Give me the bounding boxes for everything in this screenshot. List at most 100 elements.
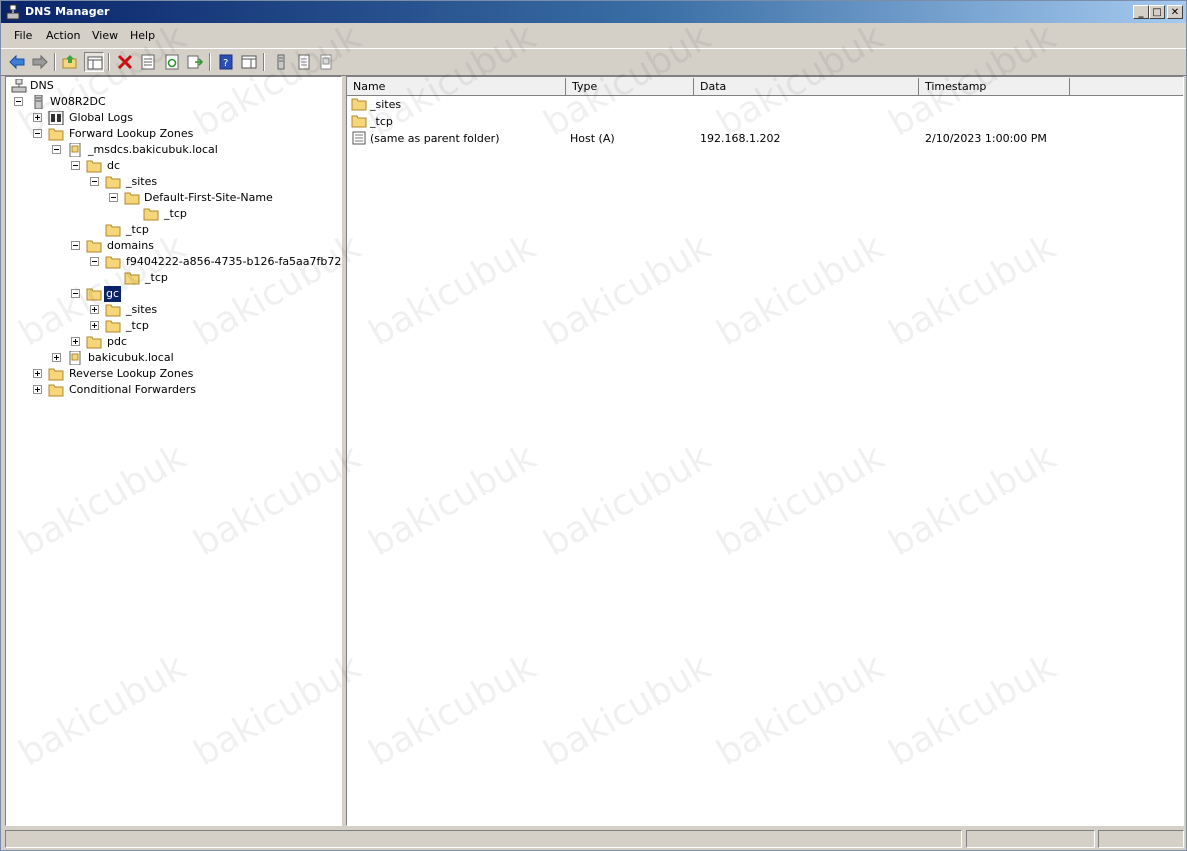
refresh-icon [165, 54, 179, 70]
help-icon: ? [219, 54, 233, 70]
status-bar [5, 830, 1184, 848]
console-tree[interactable]: DNS W08R2DC Global Logs Forward Lookup Z… [5, 76, 342, 826]
toolbar-separator [108, 53, 110, 71]
menu-help[interactable]: Help [130, 29, 155, 42]
list-item[interactable]: _tcp [347, 113, 1183, 130]
expand-icon[interactable] [33, 369, 42, 378]
collapse-icon[interactable] [33, 129, 42, 138]
maximize-button[interactable]: □ [1149, 5, 1165, 19]
status-pane-2 [966, 830, 1095, 848]
collapse-icon[interactable] [52, 145, 61, 154]
folder-icon [351, 98, 367, 111]
tree-label: Conditional Forwarders [69, 383, 197, 396]
document-button[interactable] [294, 52, 314, 72]
server-icon [277, 54, 285, 70]
cell-name: (same as parent folder) [370, 132, 500, 145]
tree-label: DNS [30, 79, 54, 92]
folder-icon [86, 336, 102, 349]
collapse-icon[interactable] [90, 177, 99, 186]
expand-icon[interactable] [71, 337, 80, 346]
expand-icon[interactable] [52, 353, 61, 362]
folder-icon [105, 176, 121, 189]
menu-action[interactable]: Action [46, 29, 80, 42]
tree-label: _msdcs.bakicubuk.local [88, 143, 218, 156]
folder-icon [105, 304, 121, 317]
delete-icon [117, 54, 133, 70]
menu-bar: File Action View Help [1, 25, 1186, 47]
expand-icon[interactable] [33, 113, 42, 122]
document-copy-icon [320, 54, 332, 70]
svg-text:?: ? [223, 58, 228, 69]
back-button[interactable] [7, 52, 27, 72]
results-list[interactable]: Name Type Data Timestamp _sites _tcp (sa… [346, 76, 1184, 826]
server-icon [34, 95, 43, 109]
up-folder-icon [62, 55, 77, 69]
maximize-icon: □ [1152, 7, 1162, 18]
dns-manager-window: DNS Manager _ □ ✕ File Action View Help [0, 0, 1187, 851]
status-pane-main [5, 830, 962, 848]
tree-label: Reverse Lookup Zones [69, 367, 194, 380]
refresh-button[interactable] [162, 52, 182, 72]
tree-label: _tcp [126, 223, 149, 236]
collapse-icon[interactable] [90, 257, 99, 266]
show-hide-console-tree-button[interactable] [84, 52, 104, 72]
tree-label: Forward Lookup Zones [69, 127, 194, 140]
document-copy-button[interactable] [316, 52, 336, 72]
close-button[interactable]: ✕ [1167, 5, 1183, 19]
folder-icon [105, 320, 121, 333]
collapse-icon[interactable] [71, 289, 80, 298]
folder-icon [48, 128, 64, 141]
column-header-type[interactable]: Type [566, 78, 694, 96]
show-hide-action-pane-icon [241, 55, 257, 69]
minimize-button[interactable]: _ [1133, 5, 1149, 19]
column-header-timestamp[interactable]: Timestamp [919, 78, 1070, 96]
properties-icon [141, 54, 155, 70]
collapse-icon[interactable] [71, 161, 80, 170]
folder-icon [86, 240, 102, 253]
menu-file[interactable]: File [14, 29, 32, 42]
server-button[interactable] [271, 52, 291, 72]
folder-icon [105, 256, 121, 269]
delete-button[interactable] [115, 52, 135, 72]
show-hide-action-pane-button[interactable] [239, 52, 259, 72]
tree-label: _tcp [145, 271, 168, 284]
tree-label: W08R2DC [50, 95, 106, 108]
list-item[interactable]: (same as parent folder) Host (A) 192.168… [347, 130, 1183, 147]
tree-label: f9404222-a856-4735-b126-fa5aa7fb72f4 [126, 255, 342, 268]
export-list-button[interactable] [185, 52, 205, 72]
tree-label: Global Logs [69, 111, 133, 124]
tree-label-selected: gc [104, 286, 122, 302]
column-header-name[interactable]: Name [347, 78, 566, 96]
folder-icon [143, 208, 159, 221]
collapse-icon[interactable] [109, 193, 118, 202]
dns-app-icon [6, 4, 20, 20]
folder-icon [124, 272, 140, 285]
tree-label: pdc [107, 335, 128, 348]
forward-button[interactable] [30, 52, 50, 72]
title-bar[interactable]: DNS Manager _ □ ✕ [1, 1, 1186, 23]
collapse-icon[interactable] [71, 241, 80, 250]
column-header-data[interactable]: Data [694, 78, 919, 96]
tree-label: bakicubuk.local [88, 351, 174, 364]
toolbar-separator [54, 53, 56, 71]
up-one-level-button[interactable] [60, 52, 80, 72]
cell-name: _sites [370, 98, 402, 111]
tree-label: _sites [126, 175, 158, 188]
expand-icon[interactable] [33, 385, 42, 394]
tree-label: domains [107, 239, 154, 252]
properties-button[interactable] [138, 52, 158, 72]
menu-view[interactable]: View [92, 29, 118, 42]
folder-icon [48, 384, 64, 397]
tree-label: _tcp [126, 319, 149, 332]
tree-label: _sites [126, 303, 158, 316]
cell-name: _tcp [370, 115, 393, 128]
list-item[interactable]: _sites [347, 96, 1183, 113]
window-title: DNS Manager [25, 5, 110, 18]
help-button[interactable]: ? [216, 52, 236, 72]
cell-data: 192.168.1.202 [700, 132, 781, 145]
toolbar-separator [263, 53, 265, 71]
expand-icon[interactable] [90, 321, 99, 330]
expand-icon[interactable] [90, 305, 99, 314]
collapse-icon[interactable] [14, 97, 23, 106]
folder-icon [351, 115, 367, 128]
